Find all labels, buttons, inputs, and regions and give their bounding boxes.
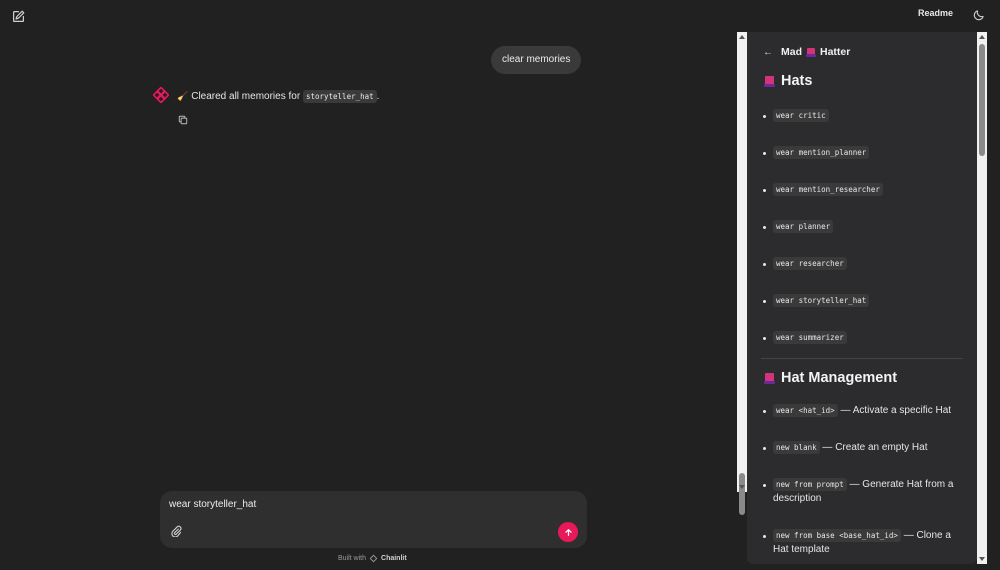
hat-command-code: wear critic — [773, 109, 829, 122]
management-list-item: new blank — Create an empty Hat — [763, 441, 968, 455]
arrow-up-icon — [564, 528, 572, 536]
hat-command-code: wear storyteller_hat — [773, 294, 870, 307]
message-composer — [160, 491, 587, 548]
management-list-item: new from prompt — Generate Hat from a de… — [763, 478, 968, 506]
scrollbar-thumb[interactable] — [979, 44, 985, 156]
assistant-message-text: Cleared all memories for — [191, 91, 301, 102]
moon-icon — [973, 10, 984, 21]
assistant-message-suffix: . — [376, 91, 380, 102]
new-chat-button[interactable] — [8, 6, 28, 26]
hat-list-item: wear planner — [763, 220, 968, 234]
scroll-up-arrow-icon[interactable] — [979, 35, 985, 39]
hat-command-code: wear planner — [773, 220, 834, 233]
paperclip-icon — [171, 525, 182, 537]
top-hat-icon — [764, 372, 775, 384]
hats-heading: Hats — [764, 73, 813, 89]
hat-command-code: wear researcher — [773, 257, 847, 270]
footer-prefix: Built with — [338, 555, 367, 562]
management-command-code: new from prompt — [773, 478, 847, 491]
hat-command-code: wear summarizer — [773, 331, 847, 344]
panel-header: ← Mad Hatter — [763, 46, 850, 58]
assistant-message: 🧹 Cleared all memories for storyteller_ha… — [177, 89, 379, 104]
hat-list-item: wear researcher — [763, 257, 968, 271]
panel-title-mad: Mad — [781, 46, 802, 58]
broom-icon: 🧹 — [177, 91, 189, 101]
chat-app: Readme clear memories 🧹 Cleared all memor… — [0, 0, 1000, 570]
copy-message-button[interactable] — [177, 114, 189, 126]
chainlit-small-logo-icon — [369, 554, 378, 563]
management-command-code: new from base <base_hat_id> — [773, 529, 901, 542]
assistant-avatar — [152, 86, 170, 104]
panel-scrollbar-right[interactable] — [977, 32, 987, 564]
hat-command-code: wear mention_planner — [773, 146, 870, 159]
section-divider — [761, 358, 963, 359]
built-with-footer[interactable]: Built with Chainlit — [338, 554, 407, 563]
scroll-down-arrow-icon[interactable] — [979, 557, 985, 561]
footer-brand: Chainlit — [381, 555, 407, 562]
chainlit-logo-icon — [152, 86, 170, 104]
management-list-item: new from base <base_hat_id> — Clone a Ha… — [763, 529, 968, 557]
hat-management-heading: Hat Management — [764, 370, 898, 386]
hat-list-item: wear summarizer — [763, 331, 968, 345]
back-arrow-icon[interactable]: ← — [763, 47, 773, 58]
hat-list-item: wear storyteller_hat — [763, 294, 968, 308]
panel-scrollbar-left[interactable] — [737, 32, 747, 515]
theme-toggle-button[interactable] — [970, 6, 988, 24]
scroll-down-arrow-icon[interactable] — [739, 485, 745, 489]
scroll-up-arrow-icon[interactable] — [739, 35, 745, 39]
management-command-desc: — Create an empty Hat — [822, 442, 928, 453]
hat-command-code: wear mention_researcher — [773, 183, 883, 196]
memory-hat-code: storyteller_hat — [302, 90, 377, 103]
top-hat-icon — [806, 47, 816, 57]
top-hat-icon — [764, 75, 775, 87]
attach-file-button[interactable] — [168, 523, 184, 539]
send-button[interactable] — [558, 522, 578, 542]
management-list-item: wear <hat_id> — Activate a specific Hat — [763, 404, 968, 418]
message-input[interactable] — [169, 499, 569, 510]
management-command-code: new blank — [773, 441, 820, 454]
copy-icon — [178, 115, 188, 125]
panel-title-hatter: Hatter — [820, 46, 851, 58]
edit-icon — [12, 10, 24, 22]
readme-panel: ← Mad Hatter Hats wear critic wear menti… — [747, 32, 977, 564]
hat-management-heading-text: Hat Management — [781, 370, 898, 386]
readme-button[interactable]: Readme — [918, 8, 953, 18]
management-command-code: wear <hat_id> — [773, 404, 838, 417]
hats-heading-text: Hats — [781, 73, 813, 89]
management-command-desc: — Activate a specific Hat — [840, 405, 952, 416]
hat-list-item: wear mention_planner — [763, 146, 968, 160]
hat-list-item: wear mention_researcher — [763, 183, 968, 197]
scrollbar-thumb[interactable] — [739, 473, 745, 515]
user-message-bubble: clear memories — [491, 46, 582, 74]
hat-list-item: wear critic — [763, 109, 968, 123]
